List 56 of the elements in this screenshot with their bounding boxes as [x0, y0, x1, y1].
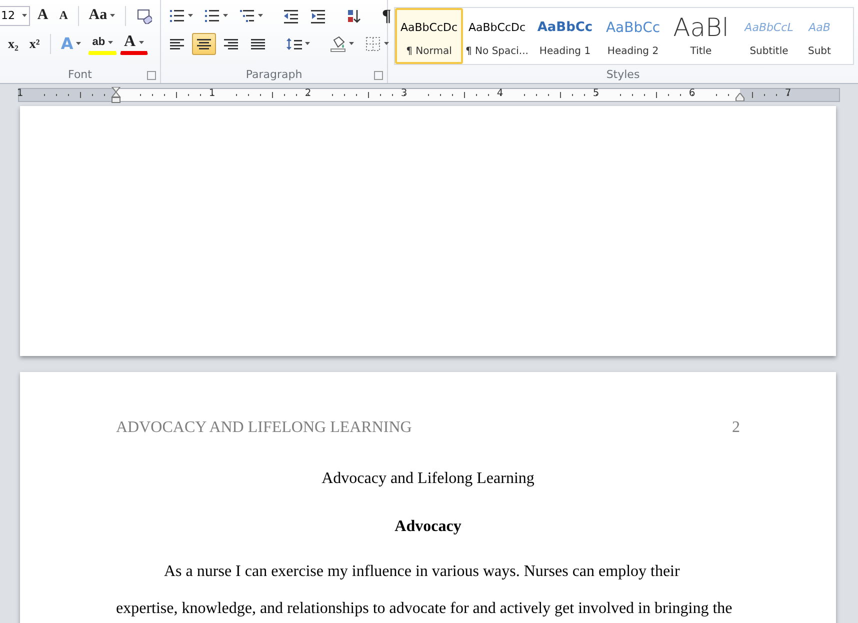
group-label: Font [68, 68, 92, 81]
sort-icon [346, 8, 362, 24]
indent-marker-icon[interactable] [111, 87, 121, 103]
running-header: ADVOCACY AND LIFELONG LEARNING [116, 419, 412, 438]
sub-button[interactable]: x₂ [4, 32, 22, 54]
document-title: Advocacy and Lifelong Learning [320, 469, 536, 489]
sup-button[interactable]: x² [25, 32, 44, 54]
style-option[interactable]: AaBl Title [667, 8, 735, 64]
borders-icon [365, 36, 381, 52]
dropdown-caret-icon [76, 42, 82, 45]
dialog-launcher-icon[interactable] [374, 71, 383, 80]
dropdown-caret-icon [384, 42, 389, 45]
outdent-icon [283, 8, 299, 24]
ruler-number: 2 [304, 88, 312, 99]
style-option[interactable]: AaBbCc Heading 1 [531, 8, 599, 64]
ruler-number: 3 [400, 88, 408, 99]
group-label: Styles [606, 68, 640, 81]
ruler-number: 7 [784, 88, 792, 99]
dropdown-caret-icon [22, 14, 28, 17]
ruler-number: 6 [688, 88, 696, 99]
dropdown-caret-icon [188, 14, 193, 17]
body-paragraph: As a nurse I can exercise my influence in various ways. Nurses can employ their expertise, knowledge, and relationships to advocate for and actively get involved in bringing the [116, 562, 734, 619]
ruler-number: 1 [16, 88, 24, 99]
ruler-number: 4 [496, 88, 504, 99]
style-option[interactable]: AaB Subt [803, 8, 836, 64]
style-option[interactable]: AaBbCc Heading 2 [599, 8, 667, 64]
dialog-launcher-icon[interactable] [147, 71, 156, 80]
right-indent-marker-icon[interactable] [735, 93, 745, 101]
dropdown-caret-icon [110, 14, 116, 17]
shading-icon [330, 36, 346, 52]
page-number: 2 [732, 419, 740, 438]
dropdown-caret-icon [138, 40, 144, 44]
style-option[interactable]: AaBbCcDc ¶ No Spaci... [463, 8, 531, 64]
section-heading: Advocacy [394, 517, 462, 537]
style-option[interactable]: AaBbCcDc ¶ Normal [395, 8, 463, 64]
fontcolor-button[interactable]: A [120, 32, 148, 54]
pilcrow-button[interactable]: ¶ [378, 4, 396, 26]
multilevel-icon [239, 8, 255, 24]
highlight-button[interactable]: ab [88, 32, 118, 54]
dropdown-caret-icon [349, 42, 354, 45]
ruler-number: 1 [208, 88, 216, 99]
font-size-field[interactable]: 12 [0, 6, 30, 26]
ruler-number: 5 [592, 88, 600, 99]
dropdown-caret-icon [305, 42, 310, 45]
group-label: Paragraph [246, 68, 302, 81]
shrink-button[interactable]: A [55, 4, 72, 26]
align-center-button[interactable] [192, 32, 216, 54]
grow-button[interactable]: A [33, 4, 52, 26]
spacing-icon [286, 36, 302, 52]
dropdown-caret-icon [108, 40, 114, 44]
indent-icon [310, 8, 326, 24]
case-button[interactable]: Aa [84, 4, 120, 26]
style-option[interactable]: AaBbCcL Subtitle [735, 8, 803, 64]
dropdown-caret-icon [223, 14, 228, 17]
bullets-icon [169, 8, 185, 24]
dropdown-caret-icon [258, 14, 263, 17]
